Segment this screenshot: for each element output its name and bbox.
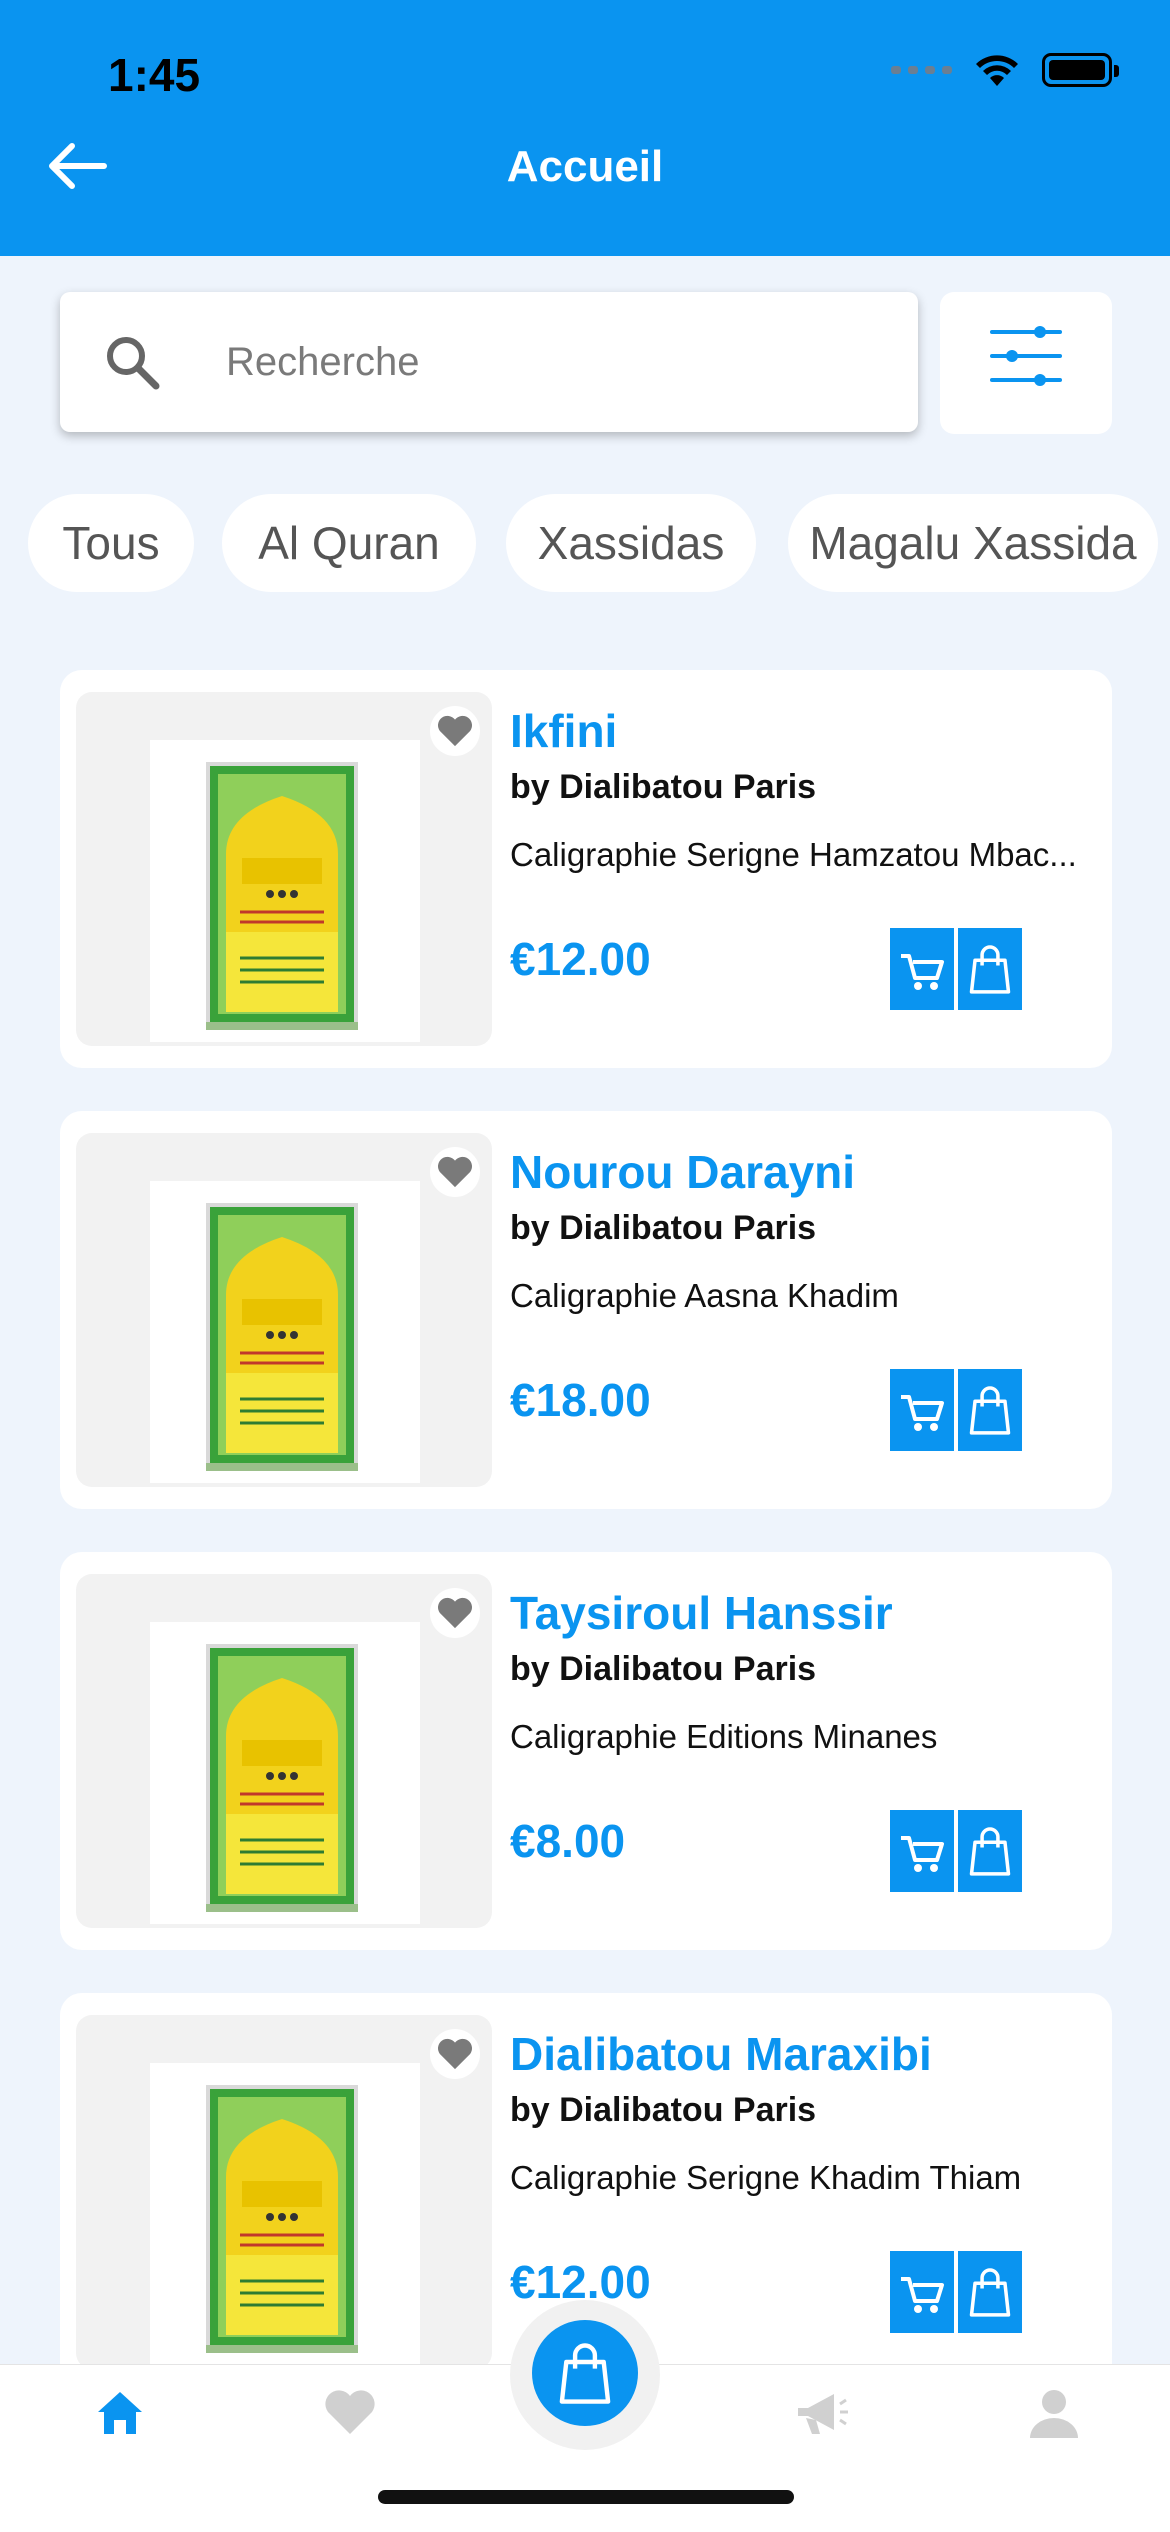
product-title[interactable]: Ikfini xyxy=(510,704,617,758)
heart-icon[interactable] xyxy=(430,1588,480,1638)
product-author: by Dialibatou Paris xyxy=(510,2091,817,2129)
product-price: €18.00 xyxy=(510,1374,651,1426)
battery-icon xyxy=(1042,53,1119,87)
filter-button[interactable] xyxy=(940,292,1112,434)
cart-icon xyxy=(897,2267,947,2317)
buy-now-button[interactable] xyxy=(958,2251,1022,2333)
product-description: Caligraphie Serigne Khadim Thiam xyxy=(510,2159,1022,2196)
cart-fab-button[interactable] xyxy=(532,2320,638,2426)
search-icon xyxy=(107,337,160,390)
product-card[interactable]: Nourou Darayni by Dialibatou Paris Calig… xyxy=(60,1111,1112,1509)
heart-icon[interactable] xyxy=(430,706,480,756)
add-to-cart-button[interactable] xyxy=(890,2251,954,2333)
product-image-frame xyxy=(76,1574,492,1928)
product-description: Caligraphie Aasna Khadim xyxy=(510,1277,899,1314)
chip-magalu-xassida[interactable]: Magalu Xassida xyxy=(788,494,1158,592)
product-description: Caligraphie Serigne Hamzatou Mbac... xyxy=(510,836,1077,873)
product-image-frame xyxy=(76,1133,492,1487)
book-cover-image xyxy=(206,1644,358,1912)
heart-icon[interactable] xyxy=(430,2029,480,2079)
buy-now-button[interactable] xyxy=(958,1369,1022,1451)
book-cover-image xyxy=(206,762,358,1030)
product-image-frame xyxy=(76,692,492,1046)
shopping-bag-icon xyxy=(968,1824,1012,1878)
product-price: €12.00 xyxy=(510,933,651,985)
signal-icon xyxy=(891,66,952,74)
product-author: by Dialibatou Paris xyxy=(510,1209,817,1247)
shopping-bag-icon xyxy=(557,2340,613,2406)
buy-now-button[interactable] xyxy=(958,1810,1022,1892)
product-author: by Dialibatou Paris xyxy=(510,1650,817,1688)
sliders-icon xyxy=(990,326,1062,386)
add-to-cart-button[interactable] xyxy=(890,928,954,1010)
product-image-frame xyxy=(76,2015,492,2369)
product-title[interactable]: Dialibatou Maraxibi xyxy=(510,2027,932,2081)
book-cover-image xyxy=(206,1203,358,1471)
shopping-bag-icon xyxy=(968,2265,1012,2319)
product-title[interactable]: Taysiroul Hanssir xyxy=(510,1586,893,1640)
product-price: €8.00 xyxy=(510,1815,626,1867)
add-to-cart-button[interactable] xyxy=(890,1810,954,1892)
app-header: 1:45 Accueil xyxy=(0,0,1170,256)
search-input[interactable] xyxy=(226,330,866,394)
cart-icon xyxy=(897,1385,947,1435)
product-author: by Dialibatou Paris xyxy=(510,768,817,806)
chip-al-quran[interactable]: Al Quran xyxy=(222,494,476,592)
megaphone-icon[interactable] xyxy=(790,2382,850,2442)
chip-xassidas[interactable]: Xassidas xyxy=(506,494,756,592)
wifi-icon xyxy=(976,55,1018,86)
status-icons xyxy=(891,52,1119,88)
book-cover-image xyxy=(206,2085,358,2353)
cart-icon xyxy=(897,1826,947,1876)
product-card[interactable]: Taysiroul Hanssir by Dialibatou Paris Ca… xyxy=(60,1552,1112,1950)
buy-now-button[interactable] xyxy=(958,928,1022,1010)
shopping-bag-icon xyxy=(968,942,1012,996)
product-description: Caligraphie Editions Minanes xyxy=(510,1718,938,1755)
home-indicator[interactable] xyxy=(378,2490,794,2504)
home-icon[interactable] xyxy=(90,2382,150,2442)
heart-icon[interactable] xyxy=(320,2382,380,2442)
status-time: 1:45 xyxy=(108,49,201,101)
cart-icon xyxy=(897,944,947,994)
user-icon[interactable] xyxy=(1024,2382,1084,2442)
product-card[interactable]: Ikfini by Dialibatou Paris Caligraphie S… xyxy=(60,670,1112,1068)
page-title: Accueil xyxy=(506,142,664,191)
shopping-bag-icon xyxy=(968,1383,1012,1437)
product-title[interactable]: Nourou Darayni xyxy=(510,1145,855,1199)
chip-tous[interactable]: Tous xyxy=(28,494,194,592)
add-to-cart-button[interactable] xyxy=(890,1369,954,1451)
heart-icon[interactable] xyxy=(430,1147,480,1197)
